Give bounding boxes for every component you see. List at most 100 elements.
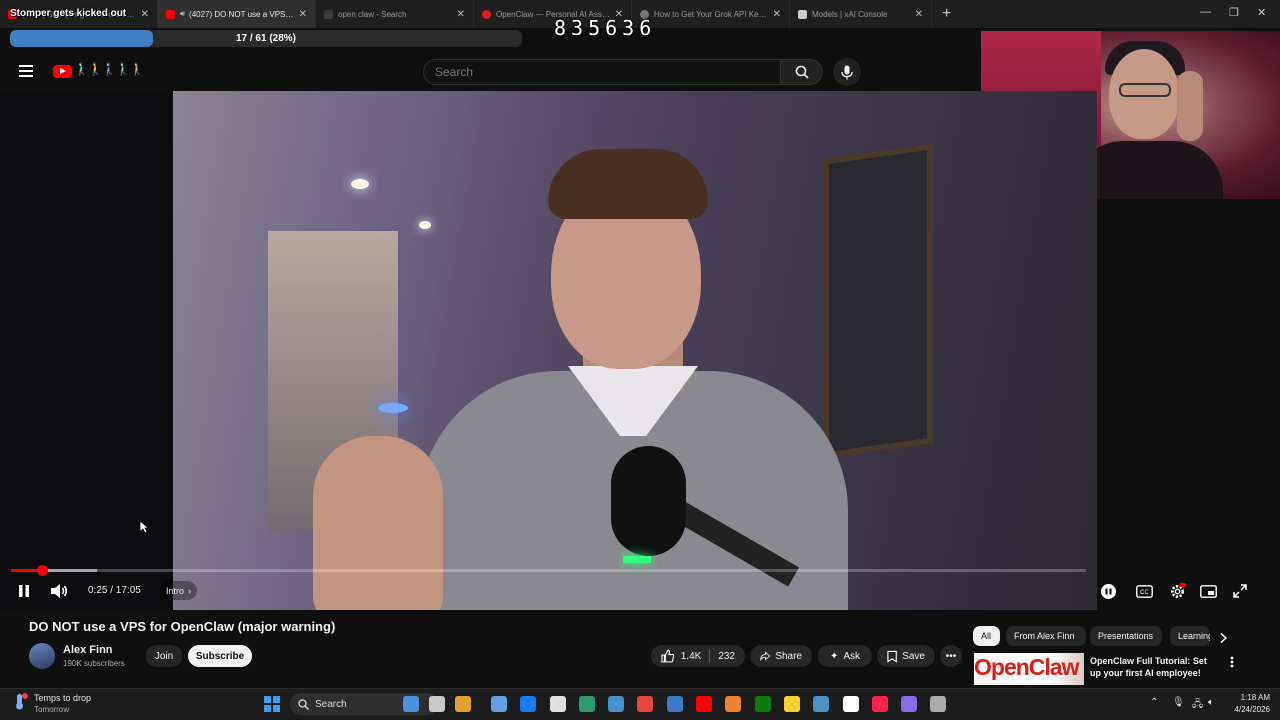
chevron-right-icon [1220, 632, 1228, 644]
pause-icon [1105, 588, 1112, 595]
close-icon[interactable]: ✕ [915, 9, 923, 20]
channel-avatar[interactable] [29, 643, 55, 669]
stream-counter: 835636 [554, 16, 657, 40]
close-icon[interactable]: ✕ [773, 9, 781, 20]
share-icon [760, 651, 771, 662]
tab-xai-console[interactable]: Models | xAI Console ✕ [790, 0, 932, 28]
search-favicon-icon [324, 9, 333, 19]
doodle-logo-figures[interactable]: 🚶🏻‍♂️🚶🏻🚶🏻‍♀️🚶🏻‍♂️🚶🏻 [74, 62, 145, 76]
weather-headline[interactable]: Temps to drop [34, 693, 91, 703]
more-actions-button[interactable]: ••• [940, 645, 962, 667]
tab-search[interactable]: open claw - Search ✕ [316, 0, 474, 28]
search-input[interactable] [423, 59, 781, 85]
video-title: DO NOT use a VPS for OpenClaw (major war… [29, 619, 336, 634]
volume-button[interactable] [49, 582, 69, 600]
microphone-icon[interactable]: 🎙︎ [1172, 697, 1185, 708]
miniplayer-icon [1200, 584, 1217, 598]
edge-dev-icon[interactable] [578, 696, 595, 712]
youtube-favicon-icon [166, 9, 175, 19]
voice-search-button[interactable] [833, 58, 861, 86]
copilot-icon[interactable] [455, 696, 471, 712]
chips-next-button[interactable] [1217, 631, 1231, 645]
close-icon[interactable]: ✕ [299, 9, 307, 20]
stream-progress-bar: 17 / 61 (28%) [10, 30, 522, 47]
pause-button[interactable] [15, 582, 33, 600]
tab-label: (4027) DO NOT use a VPS for OpenClaw [189, 9, 295, 19]
volume-icon[interactable]: 🔈︎ [1208, 697, 1214, 708]
more-vertical-icon[interactable] [1230, 655, 1240, 669]
chip-presentations[interactable]: Presentations [1090, 626, 1162, 646]
sticky-notes-icon[interactable] [783, 696, 800, 712]
new-tab-button[interactable]: + [942, 5, 951, 23]
video-progress-bar[interactable] [11, 565, 1086, 576]
recommended-video-thumbnail[interactable]: OpenClaw [974, 653, 1084, 685]
chip-all[interactable]: All [973, 626, 1000, 646]
thumbs-up-icon[interactable] [661, 649, 675, 663]
terminal-icon[interactable] [842, 696, 859, 712]
recommended-video-title[interactable]: OpenClaw Full Tutorial: Set up your firs… [1090, 655, 1220, 679]
ask-button[interactable]: ✦ Ask [818, 645, 872, 667]
speaker-icon[interactable]: 🔊︎ [180, 9, 185, 19]
steam-icon[interactable] [666, 696, 683, 712]
chapter-label: Intro [166, 585, 185, 596]
obs-icon[interactable] [901, 696, 918, 712]
task-view-icon[interactable] [429, 696, 445, 712]
mouse-cursor-icon [139, 520, 150, 539]
subtitles-button[interactable]: CC [1136, 584, 1153, 598]
youtube-icon[interactable] [696, 696, 712, 712]
tab-vps-video[interactable]: 🔊︎ (4027) DO NOT use a VPS for OpenClaw ✕ [158, 0, 316, 28]
youtube-logo[interactable] [53, 65, 72, 78]
join-button[interactable]: Join [146, 645, 182, 667]
clock-date[interactable]: 4/24/2026 [1220, 705, 1270, 714]
channel-name[interactable]: Alex Finn [63, 644, 113, 656]
taskbar-search-label: Search [315, 698, 347, 710]
settings-icon[interactable] [930, 696, 947, 712]
chip-learning[interactable]: Learning [1170, 626, 1210, 646]
comment-count[interactable]: 232 [718, 651, 735, 662]
network-icon[interactable]: 🖧︎ [1192, 697, 1203, 714]
svg-text:CC: CC [1140, 590, 1149, 596]
chapter-button[interactable]: Intro › [160, 581, 198, 600]
tiktok-icon[interactable] [871, 696, 888, 712]
minimize-icon[interactable]: — [1200, 6, 1211, 18]
amazon-icon[interactable] [549, 696, 566, 712]
autoplay-toggle[interactable] [1101, 584, 1116, 599]
video-frame[interactable] [173, 91, 1097, 610]
subscriber-count: 190K subscribers [63, 659, 125, 668]
calculator-icon[interactable] [608, 696, 625, 712]
restore-icon[interactable]: ❐ [1229, 6, 1239, 19]
facebook-icon[interactable] [520, 696, 537, 712]
hamburger-menu-icon[interactable] [19, 65, 33, 77]
subscribe-button[interactable]: Subscribe [188, 645, 252, 667]
tab-label: How to Get Your Grok API Key - G [654, 9, 769, 19]
captions-icon: CC [1136, 584, 1153, 598]
weather-subline[interactable]: Tomorrow [34, 705, 69, 714]
stream-progress-text: 17 / 61 (28%) [235, 33, 297, 44]
close-icon[interactable]: ✕ [457, 9, 465, 20]
window-close-icon[interactable]: ✕ [1257, 6, 1266, 19]
edge-browser-icon[interactable] [490, 696, 507, 712]
remote-desktop-icon[interactable] [813, 696, 830, 712]
search-button[interactable] [780, 59, 823, 85]
weather-thermometer-icon[interactable] [12, 692, 30, 712]
time-readout: 0:25 / 17:05 [88, 585, 141, 596]
bookmark-icon [887, 650, 897, 663]
start-button[interactable] [264, 696, 280, 712]
gear-icon [1170, 582, 1186, 598]
clock-time[interactable]: 1:18 AM [1230, 693, 1270, 702]
chrome-icon[interactable] [637, 696, 654, 712]
share-label: Share [775, 650, 802, 662]
miniplayer-button[interactable] [1200, 584, 1217, 598]
fullscreen-button[interactable] [1232, 583, 1248, 599]
like-count[interactable]: 1.4K [681, 651, 702, 662]
vlc-icon[interactable] [725, 696, 742, 712]
like-dislike-group[interactable]: 1.4K 232 [651, 645, 745, 667]
save-button[interactable]: Save [877, 645, 935, 667]
share-button[interactable]: Share [750, 645, 812, 667]
close-icon[interactable]: ✕ [141, 9, 149, 20]
chip-from-channel[interactable]: From Alex Finn [1006, 626, 1086, 646]
widgets-icon[interactable] [403, 696, 419, 712]
chevron-up-icon[interactable]: ⌃ [1150, 697, 1158, 708]
settings-button[interactable] [1168, 582, 1186, 600]
xbox-icon[interactable] [754, 696, 771, 712]
